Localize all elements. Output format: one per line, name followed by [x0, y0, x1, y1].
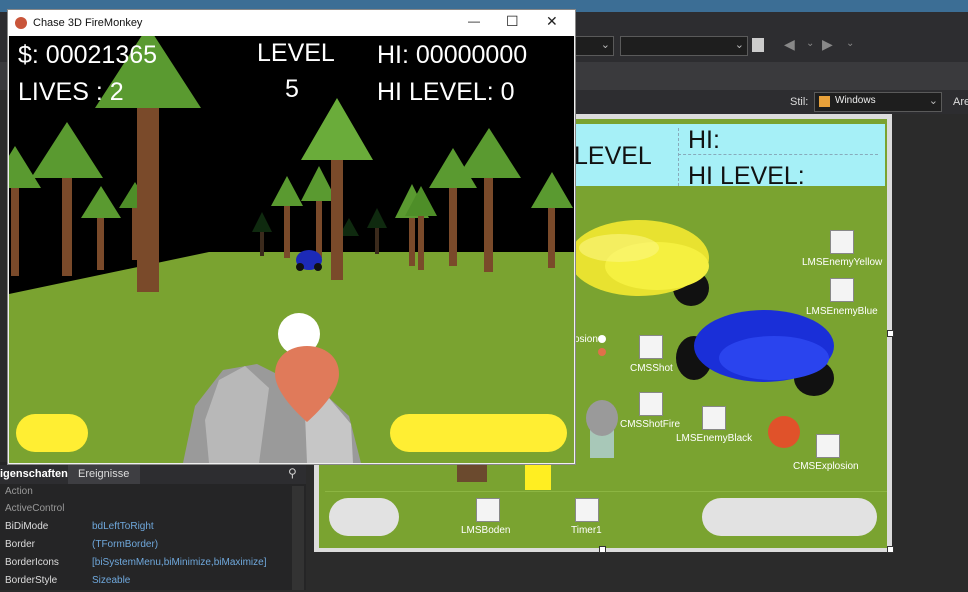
- designer-right-pill[interactable]: [702, 498, 877, 536]
- game-viewport[interactable]: $: 00021365 LIVES : 2 LEVEL 5 HI: 000000…: [9, 36, 574, 463]
- back-arrow-icon[interactable]: ◀: [784, 36, 795, 53]
- hi-score-display: HI: 00000000: [377, 41, 528, 69]
- right-button-pill: [390, 414, 567, 452]
- game-window[interactable]: Chase 3D FireMonkey — ☐ ✕ $: 00021365 LI…: [7, 9, 576, 465]
- left-button-pill: [16, 414, 88, 452]
- style-label: Stil:: [790, 96, 809, 108]
- inspector-row[interactable]: Border (TFormBorder): [0, 539, 290, 556]
- chevron-down-icon[interactable]: ⌄: [806, 38, 814, 49]
- designer-hud-panel[interactable]: LEVEL HI: HI LEVEL:: [574, 124, 885, 190]
- inspector-row[interactable]: ActiveControl: [0, 503, 290, 520]
- area-label: Are: [953, 96, 968, 108]
- tree-trunk[interactable]: [457, 464, 487, 482]
- tab-events-label: Ereignisse: [78, 468, 130, 480]
- component-icon[interactable]: [639, 392, 663, 416]
- property-value: (TFormBorder): [92, 539, 159, 550]
- component-label: LMSBoden: [461, 525, 511, 536]
- chevron-down-icon[interactable]: ⌄: [846, 38, 854, 49]
- property-value: bdLeftToRight: [92, 521, 154, 532]
- component-label: Timer1: [571, 525, 602, 536]
- inspector-row[interactable]: Action: [0, 486, 290, 503]
- window-title: Chase 3D FireMonkey: [33, 17, 143, 29]
- designer-level-label: LEVEL: [574, 142, 652, 170]
- property-value: Sizeable: [92, 575, 131, 586]
- component-label: LMSEnemyBlue: [806, 306, 878, 317]
- close-button[interactable]: ✕: [546, 13, 558, 30]
- toolbar-dropdown-1[interactable]: ⌄: [574, 36, 614, 56]
- property-name: Border: [5, 539, 36, 550]
- property-name: Action: [5, 486, 33, 497]
- explosion-sphere[interactable]: [768, 416, 800, 448]
- component-icon[interactable]: [639, 335, 663, 359]
- forward-arrow-icon[interactable]: ▶: [822, 36, 833, 53]
- toolbar-dropdown-2[interactable]: ⌄: [620, 36, 748, 56]
- inspector-list: Action ActiveControl BiDiMode bdLeftToRi…: [0, 484, 306, 590]
- blue-enemy: [296, 250, 322, 271]
- chevron-down-icon: ⌄: [600, 39, 610, 51]
- blue-enemy-model[interactable]: [676, 310, 834, 396]
- tab-properties[interactable]: igenschaften: [0, 468, 68, 480]
- property-name: BiDiMode: [5, 521, 49, 532]
- component-label: CMSShotFire: [620, 419, 681, 430]
- component-icon[interactable]: [816, 434, 840, 458]
- component-label: CMSShot: [630, 363, 673, 374]
- component-icon[interactable]: [830, 230, 854, 254]
- shot-sphere[interactable]: [598, 335, 606, 343]
- tab-events[interactable]: Ereignisse: [68, 465, 140, 484]
- component-label: LMSEnemyBlack: [676, 433, 753, 444]
- level-value: 5: [285, 75, 299, 103]
- inspector-row[interactable]: BiDiMode bdLeftToRight: [0, 521, 290, 538]
- game-title-bar[interactable]: Chase 3D FireMonkey — ☐ ✕: [8, 10, 575, 36]
- resize-handle[interactable]: [887, 330, 894, 337]
- chevron-down-icon: ⌄: [928, 95, 938, 107]
- component-icon[interactable]: [830, 278, 854, 302]
- component-label: osion: [574, 334, 598, 345]
- yellow-cube[interactable]: [525, 464, 551, 490]
- inspector-row[interactable]: BorderIcons [biSystemMenu,biMinimize,biM…: [0, 557, 290, 574]
- style-dropdown[interactable]: Windows ⌄: [814, 92, 942, 112]
- designer-hi-label: HI:: [688, 126, 720, 154]
- foreground-tree: [95, 36, 201, 292]
- app-icon: [15, 17, 27, 29]
- chevron-down-icon: ⌄: [734, 39, 744, 51]
- component-icon[interactable]: [476, 498, 500, 522]
- component-label: LMSEnemyYellow: [802, 257, 883, 268]
- maximize-button[interactable]: ☐: [506, 13, 519, 30]
- designer-divider: [325, 491, 887, 492]
- style-value: Windows: [835, 95, 876, 106]
- property-value: [biSystemMenu,biMinimize,biMaximize]: [92, 557, 267, 568]
- minimize-button[interactable]: —: [468, 14, 480, 28]
- money-display: $: 00021365: [18, 41, 158, 69]
- yellow-enemy-model[interactable]: [569, 220, 709, 306]
- player-capsule[interactable]: [586, 400, 618, 458]
- search-icon[interactable]: ⚲: [288, 466, 297, 480]
- hi-level-display: HI LEVEL: 0: [377, 78, 515, 106]
- lives-display: LIVES : 2: [18, 78, 124, 106]
- property-name: ActiveControl: [5, 503, 65, 514]
- resize-handle[interactable]: [599, 546, 606, 553]
- device-icon[interactable]: [752, 38, 764, 52]
- component-icon[interactable]: [702, 406, 726, 430]
- property-name: BorderStyle: [5, 575, 58, 586]
- designer-left-pill[interactable]: [329, 498, 399, 536]
- inspector-row[interactable]: BorderStyle Sizeable: [0, 575, 290, 592]
- component-label: CMSExplosion: [793, 461, 859, 472]
- windows-icon: [819, 96, 830, 107]
- inspector-scrollbar[interactable]: [292, 486, 304, 590]
- level-label: LEVEL: [257, 39, 335, 67]
- property-name: BorderIcons: [5, 557, 59, 568]
- shotfire-sphere[interactable]: [598, 348, 606, 356]
- timer-icon[interactable]: [575, 498, 599, 522]
- resize-handle[interactable]: [887, 546, 894, 553]
- inspector-tabs: igenschaften Ereignisse ⚲: [0, 465, 306, 484]
